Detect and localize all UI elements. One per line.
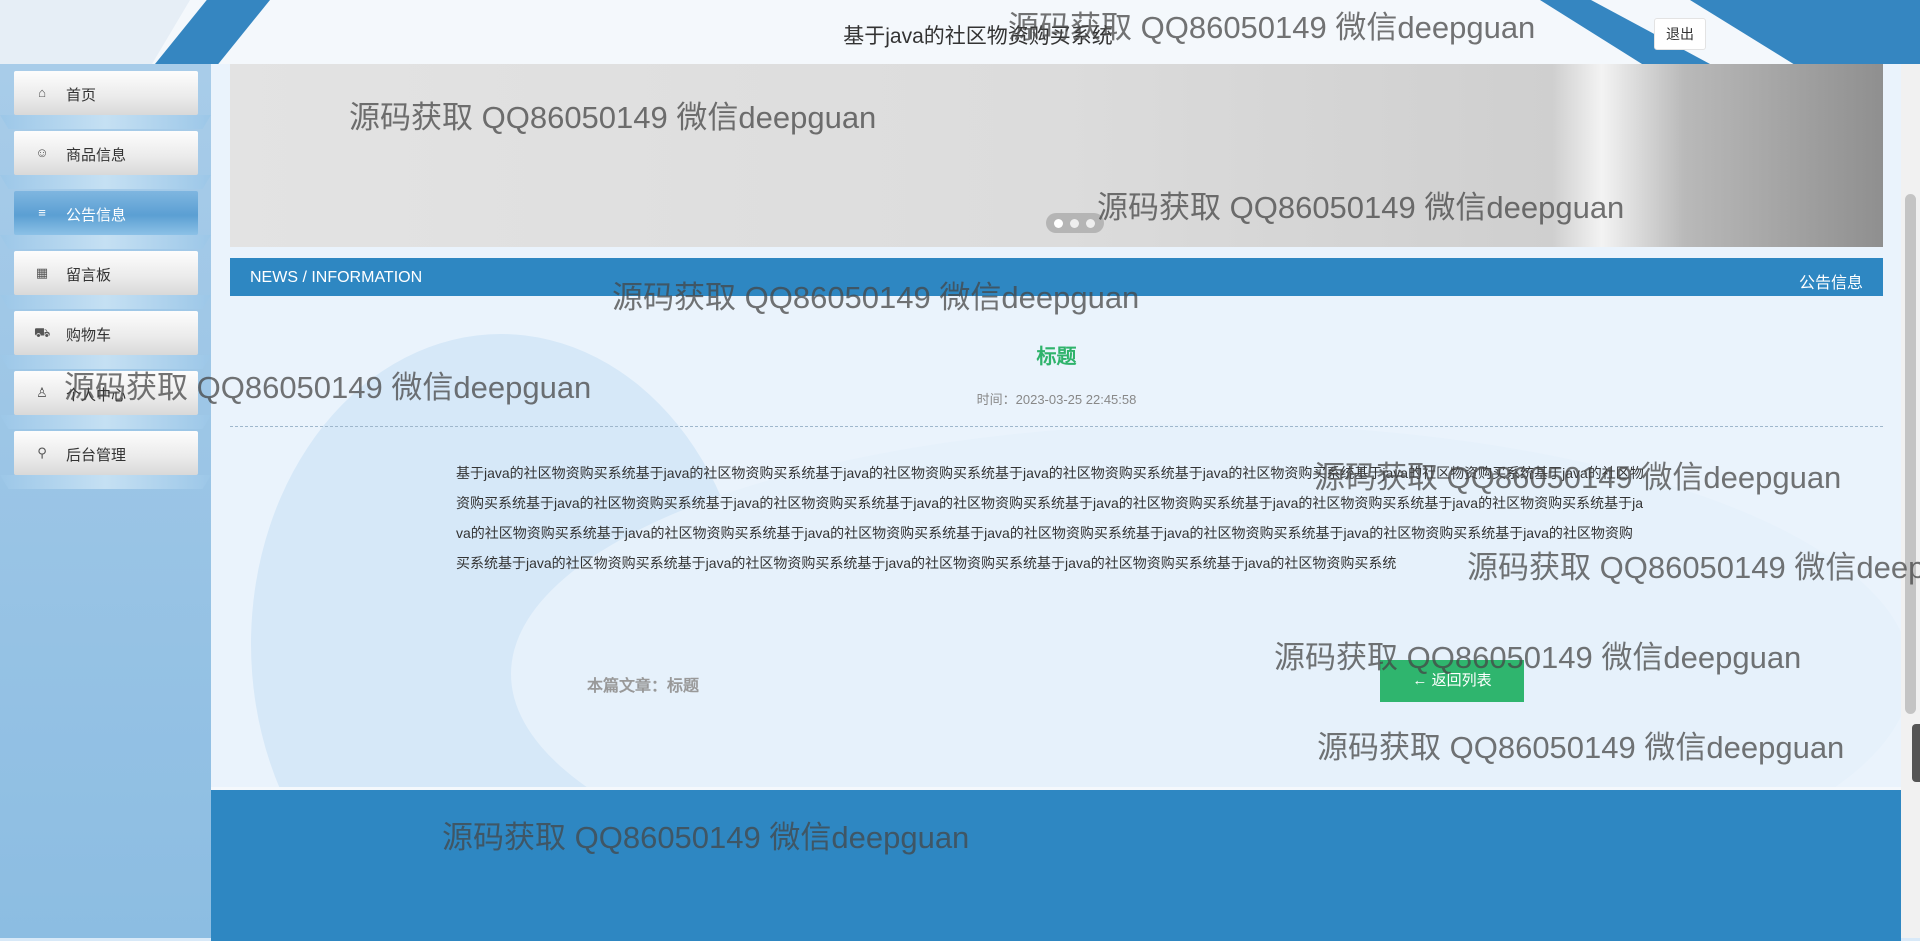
sidebar-item-label: 商品信息 [66, 147, 127, 164]
sidebar-item-admin[interactable]: ⚲ 后台管理 [0, 431, 211, 475]
news-bar-category[interactable]: 公告信息 [1799, 269, 1863, 293]
smile-icon: ☺ [35, 145, 49, 160]
sidebar: ⌂ 首页 ☺ 商品信息 ≡ 公告信息 ▦ 留言板 ⛟ 购物车 ♙ 个人中心 ⚲ … [0, 64, 211, 938]
sidebar-item-message-board[interactable]: ▦ 留言板 [0, 251, 211, 295]
user-icon: ♙ [36, 385, 48, 400]
sidebar-item-cart[interactable]: ⛟ 购物车 [0, 311, 211, 355]
back-button-label: 返回列表 [1431, 672, 1492, 689]
sliders-icon: ≡ [38, 205, 46, 220]
top-header: 基于java的社区物资购买系统 退出 [0, 0, 1920, 65]
carousel-indicators [1046, 213, 1104, 233]
sidebar-item-label: 购物车 [66, 327, 112, 344]
sidebar-item-home[interactable]: ⌂ 首页 [0, 71, 211, 115]
sidebar-item-label: 公告信息 [66, 207, 127, 224]
sidebar-item-profile[interactable]: ♙ 个人中心 [0, 371, 211, 415]
sidebar-item-label: 留言板 [66, 267, 112, 284]
banner-carousel[interactable] [230, 64, 1883, 247]
link-icon: ⚲ [37, 445, 47, 460]
sidebar-item-label: 个人中心 [66, 387, 127, 404]
article-time: 时间：2023-03-25 22:45:58 [976, 392, 1137, 407]
site-title: 基于java的社区物资购买系统 [843, 25, 1113, 48]
carousel-dot[interactable] [1054, 219, 1063, 228]
scrollbar-thumb[interactable] [1905, 194, 1916, 714]
cart-icon: ⛟ [34, 325, 51, 340]
calendar-icon: ▦ [35, 265, 49, 280]
page-scrollbar[interactable] [1901, 64, 1920, 938]
divider [230, 426, 1883, 427]
footer [211, 787, 1901, 941]
side-handle[interactable] [1912, 724, 1920, 782]
news-bar-title: NEWS / INFORMATION [250, 269, 423, 286]
sidebar-item-announcements[interactable]: ≡ 公告信息 [0, 191, 211, 235]
arrow-left-icon: ← [1412, 672, 1428, 689]
sidebar-item-products[interactable]: ☺ 商品信息 [0, 131, 211, 175]
article-title: 标题 [1036, 346, 1077, 368]
article-body: 基于java的社区物资购买系统基于java的社区物资购买系统基于java的社区物… [456, 465, 1644, 571]
this-article-label: 本篇文章：标题 [587, 678, 700, 695]
back-to-list-button[interactable]: ← 返回列表 [1380, 660, 1524, 702]
sidebar-item-label: 首页 [66, 87, 97, 104]
sidebar-item-label: 后台管理 [66, 447, 127, 464]
news-section-bar: NEWS / INFORMATION 公告信息 [230, 258, 1883, 296]
carousel-dot[interactable] [1086, 219, 1095, 228]
carousel-dot[interactable] [1070, 219, 1079, 228]
home-icon: ⌂ [38, 85, 46, 100]
logout-button[interactable]: 退出 [1654, 18, 1706, 50]
